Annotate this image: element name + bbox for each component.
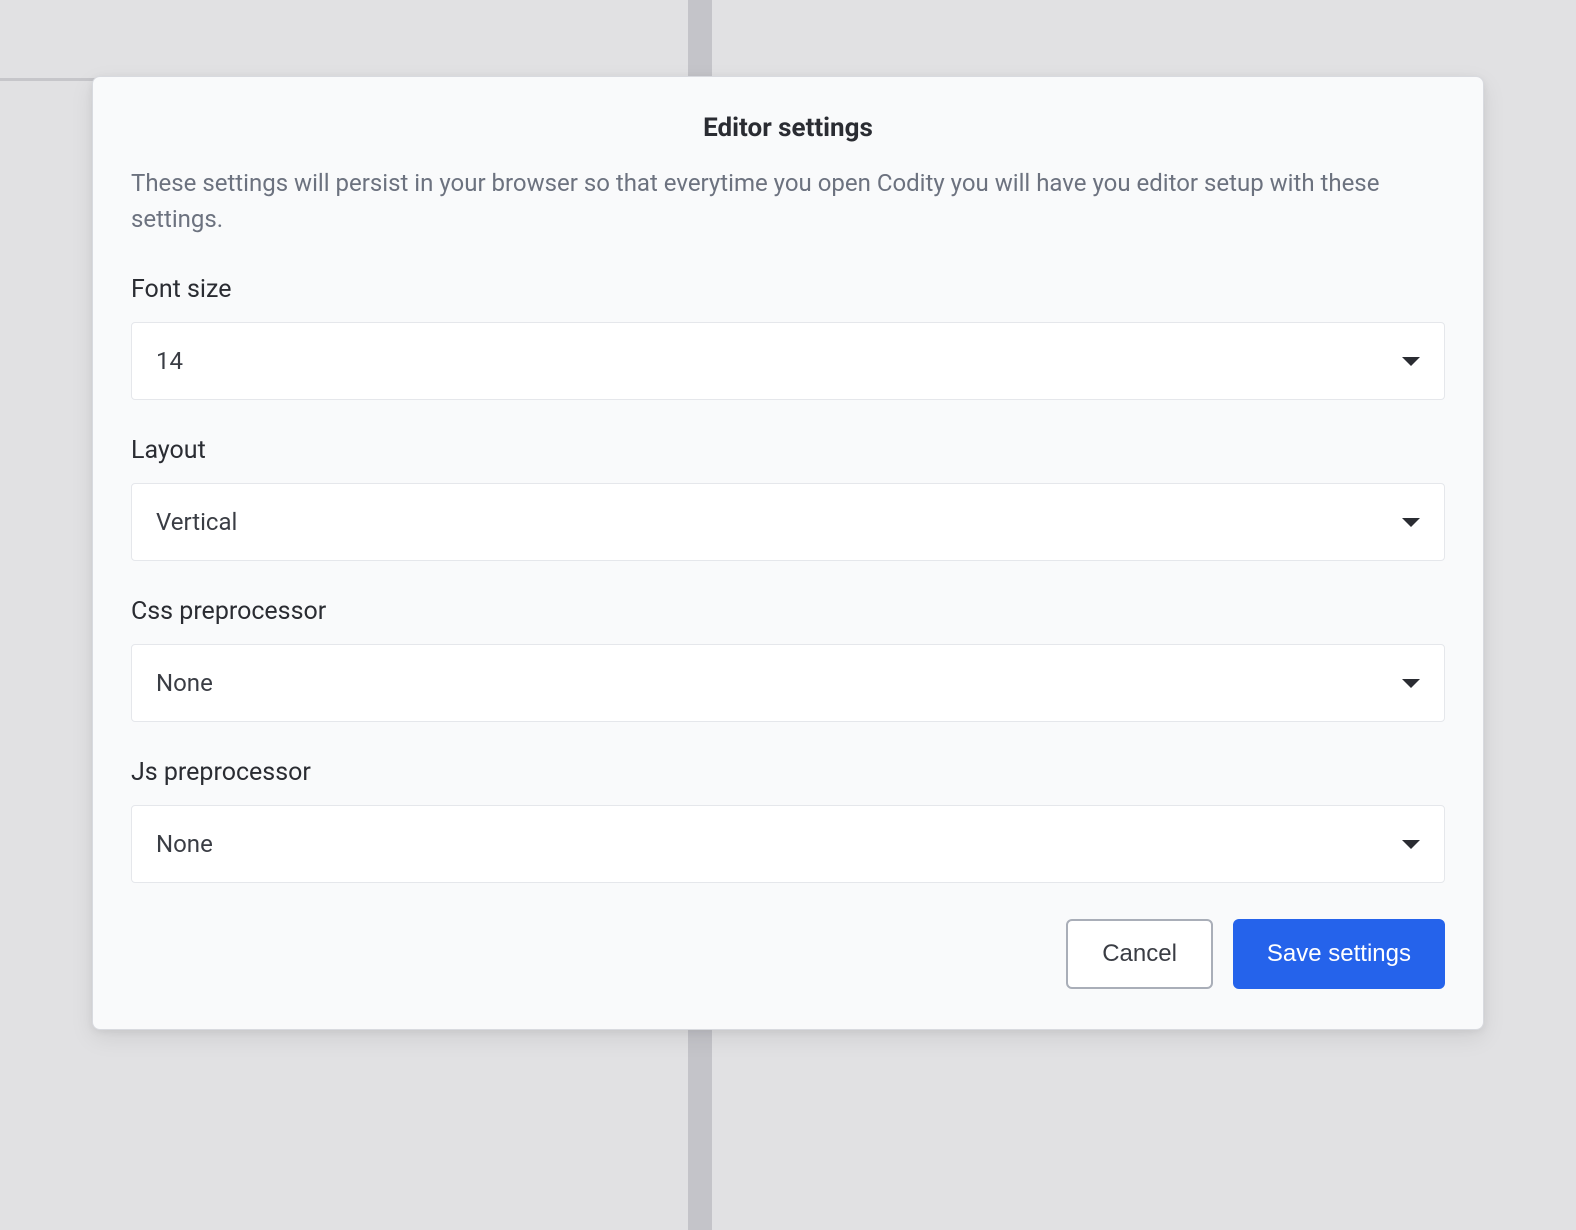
js-preprocessor-select[interactable]: None (131, 805, 1445, 883)
css-preprocessor-label: Css preprocessor (131, 597, 1445, 626)
modal-title: Editor settings (131, 113, 1445, 143)
layout-value: Vertical (156, 508, 237, 536)
modal-actions: Cancel Save settings (131, 919, 1445, 989)
js-preprocessor-label: Js preprocessor (131, 758, 1445, 787)
css-preprocessor-value: None (156, 669, 213, 697)
css-preprocessor-field: Css preprocessor None (131, 597, 1445, 722)
modal-description: These settings will persist in your brow… (131, 165, 1445, 237)
font-size-value: 14 (156, 347, 183, 375)
css-preprocessor-select[interactable]: None (131, 644, 1445, 722)
font-size-field: Font size 14 (131, 275, 1445, 400)
chevron-down-icon (1402, 357, 1420, 366)
save-settings-button[interactable]: Save settings (1233, 919, 1445, 989)
cancel-button[interactable]: Cancel (1066, 919, 1213, 989)
js-preprocessor-value: None (156, 830, 213, 858)
chevron-down-icon (1402, 518, 1420, 527)
js-preprocessor-field: Js preprocessor None (131, 758, 1445, 883)
layout-label: Layout (131, 436, 1445, 465)
chevron-down-icon (1402, 679, 1420, 688)
editor-settings-modal: Editor settings These settings will pers… (92, 76, 1484, 1030)
font-size-select[interactable]: 14 (131, 322, 1445, 400)
font-size-label: Font size (131, 275, 1445, 304)
layout-field: Layout Vertical (131, 436, 1445, 561)
chevron-down-icon (1402, 840, 1420, 849)
layout-select[interactable]: Vertical (131, 483, 1445, 561)
